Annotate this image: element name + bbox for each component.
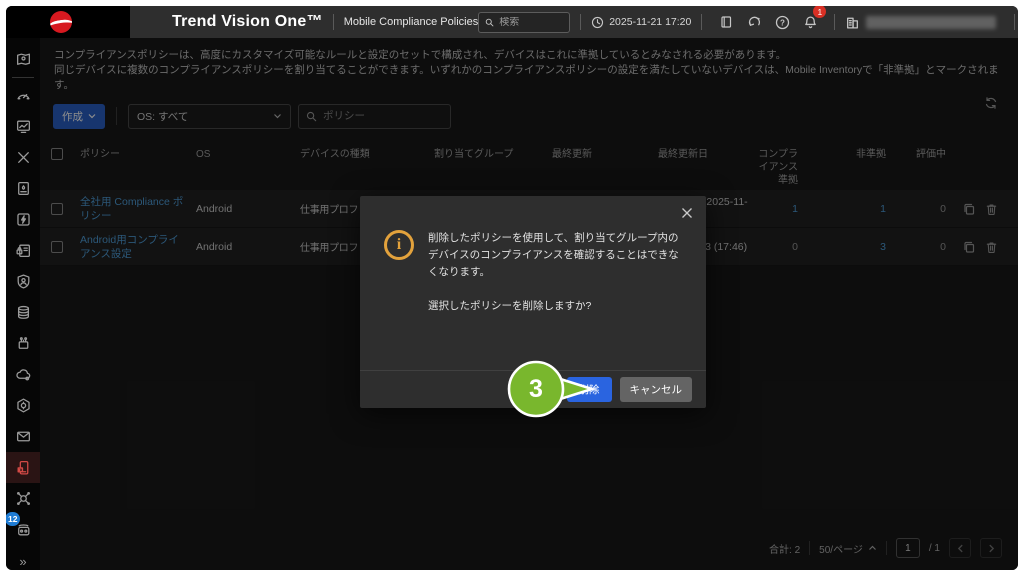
global-search-field[interactable] [499,17,563,28]
sidebar-item-automation[interactable] [6,204,40,235]
gauge-icon [15,87,32,104]
sidebar-expand-button[interactable]: » [6,545,40,570]
close-icon [681,207,693,219]
topbar-divider [580,14,581,30]
sidebar-item-email[interactable] [6,421,40,452]
topbar: Trend Vision One™ Mobile Compliance Poli… [6,6,1018,38]
docs-button[interactable] [712,11,740,33]
sidebar-item-policies[interactable] [6,235,40,266]
svg-text:?: ? [780,18,785,27]
page-title: Mobile Compliance Policies [344,16,479,28]
sidebar-item-xdr[interactable] [6,142,40,173]
help-icon: ? [775,15,790,30]
timestamp-label: 2025-11-21 17:20 [609,16,691,28]
sidebar-item-mobile-security[interactable] [6,452,40,483]
map-icon [15,51,32,68]
stack-coil-icon [15,304,32,321]
network-scan-icon [15,490,32,507]
title-divider [333,14,334,30]
shield-user-icon [15,273,32,290]
product-title: Trend Vision One™ [172,13,323,31]
company-icon [845,15,860,30]
sidebar-item-endpoint[interactable] [6,328,40,359]
sidebar-item-data[interactable] [6,297,40,328]
book-icon [719,15,733,29]
notifications-button[interactable]: 1 [796,11,824,33]
doc-lock-icon [15,242,32,259]
incident-doc-icon [15,180,32,197]
cloud-icon [15,366,32,383]
chevrons-right-icon: » [19,554,26,569]
sidebar-item-reports[interactable] [6,111,40,142]
gear-shield-icon [15,397,32,414]
trend-micro-logo[interactable] [6,6,130,38]
topbar-divider [834,14,835,30]
sidebar-item-cloud[interactable] [6,359,40,390]
search-icon [485,17,494,28]
notification-badge: 1 [813,6,826,18]
mobile-security-icon [15,459,32,476]
sidebar-divider [12,77,34,78]
whats-new-button[interactable] [740,11,768,33]
app-window: Trend Vision One™ Mobile Compliance Poli… [6,6,1018,570]
trend-micro-ball-icon [50,11,72,33]
whats-new-icon [747,15,762,30]
dialog-close-button[interactable] [679,205,695,221]
main-content: コンプライアンスポリシーは、高度にカスタマイズ可能なルールと設定のセットで構成さ… [40,38,1018,570]
sidebar-item-identity[interactable] [6,266,40,297]
bolt-icon [15,211,32,228]
topbar-divider [1014,14,1015,30]
company-name-redacted[interactable] [866,16,996,29]
circuit-icon [15,335,32,352]
sidebar-nav: 12 » [6,38,40,570]
system-time[interactable]: 2025-11-21 17:20 [591,16,691,29]
sidebar-item-console[interactable]: 12 [6,514,40,545]
report-chart-icon [15,118,32,135]
step-annotation-number: 3 [509,362,563,416]
dialog-message: 削除したポリシーを使用して、割り当てグループ内のデバイスのコンプライアンスを確認… [428,230,682,281]
sidebar-item-settings-hub[interactable] [6,390,40,421]
sidebar-item-dashboard[interactable] [6,80,40,111]
sidebar-item-overview[interactable] [6,44,40,75]
clock-icon [591,16,604,29]
sidebar-item-network[interactable] [6,483,40,514]
dialog-question: 選択したポリシーを削除しますか? [428,298,682,315]
global-search-input[interactable] [478,12,570,33]
info-icon: i [384,230,414,260]
sidebar-item-workbench[interactable] [6,173,40,204]
mail-icon [15,428,32,445]
xdr-x-icon [15,149,32,166]
help-button[interactable]: ? [768,11,796,33]
topbar-divider [701,14,702,30]
